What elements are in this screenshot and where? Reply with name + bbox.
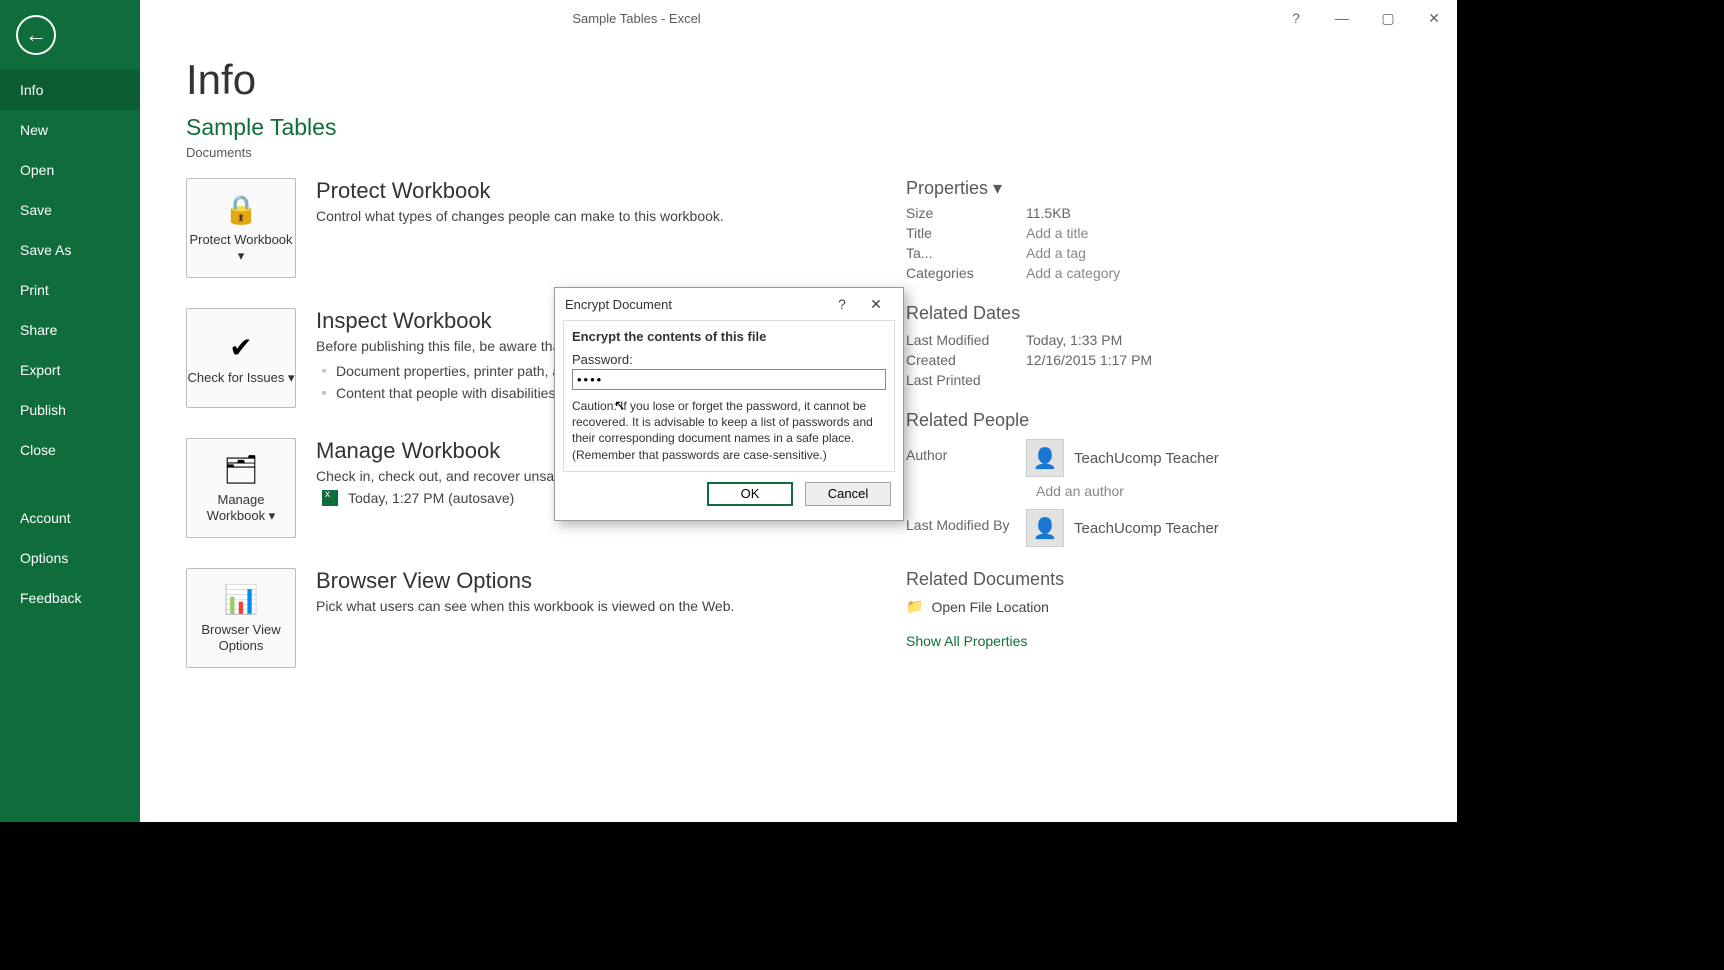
minimize-icon[interactable]: — [1319, 0, 1365, 36]
browser-view-options-button[interactable]: 📊 Browser View Options [186, 568, 296, 668]
protect-workbook-desc: Control what types of changes people can… [316, 208, 906, 224]
titlebar: Sample Tables - Excel ? — ▢ ✕ [0, 0, 1457, 36]
date-row: Last ModifiedToday, 1:33 PM [906, 332, 1219, 348]
back-arrow-icon: ← [16, 15, 56, 55]
caution-text: Caution: If you lose or forget the passw… [572, 398, 886, 463]
protect-workbook-section: 🔒 Protect Workbook ▾ Protect Workbook Co… [186, 178, 906, 278]
related-documents-heading: Related Documents [906, 569, 1219, 590]
dialog-titlebar: Encrypt Document ? ✕ [555, 288, 903, 320]
sidebar-item-options[interactable]: Options [0, 538, 140, 578]
browser-view-heading: Browser View Options [316, 568, 906, 594]
prop-row: TitleAdd a title [906, 225, 1219, 241]
sidebar-item-share[interactable]: Share [0, 310, 140, 350]
excel-backstage-window: Sample Tables - Excel ? — ▢ ✕ TeachUcomp… [0, 0, 1457, 822]
help-icon[interactable]: ? [1273, 0, 1319, 36]
check-icon: ✔︎ [229, 331, 252, 364]
check-for-issues-button[interactable]: ✔︎ Check for Issues ▾ [186, 308, 296, 408]
show-all-properties-link[interactable]: Show All Properties [906, 633, 1219, 649]
sidebar-item-close[interactable]: Close [0, 430, 140, 470]
sidebar-item-export[interactable]: Export [0, 350, 140, 390]
date-row: Created12/16/2015 1:17 PM [906, 352, 1219, 368]
ok-button[interactable]: OK [707, 482, 793, 506]
document-title: Sample Tables [186, 114, 1411, 141]
folder-icon: 📁 [906, 598, 923, 615]
dialog-close-icon[interactable]: ✕ [859, 296, 893, 313]
back-button[interactable]: ← [0, 0, 140, 70]
excel-file-icon [322, 490, 338, 506]
document-path: Documents [186, 145, 1411, 160]
manage-workbook-button[interactable]: 🗂 Manage Workbook ▾ [186, 438, 296, 538]
prop-row: CategoriesAdd a category [906, 265, 1219, 281]
add-author-link[interactable]: Add an author [1036, 483, 1219, 499]
protect-workbook-heading: Protect Workbook [316, 178, 906, 204]
dialog-title: Encrypt Document [565, 297, 672, 312]
properties-heading[interactable]: Properties ▾ [906, 178, 1219, 199]
sidebar-item-save-as[interactable]: Save As [0, 230, 140, 270]
spreadsheet-icon: 📊 [224, 583, 259, 616]
sidebar-item-publish[interactable]: Publish [0, 390, 140, 430]
prop-row: Ta...Add a tag [906, 245, 1219, 261]
avatar-icon: 👤 [1026, 509, 1064, 547]
open-file-location-link[interactable]: 📁 Open File Location [906, 598, 1219, 615]
encrypt-document-dialog: Encrypt Document ? ✕ Encrypt the content… [554, 287, 904, 521]
related-people-heading: Related People [906, 410, 1219, 431]
sidebar-item-open[interactable]: Open [0, 150, 140, 190]
cancel-button[interactable]: Cancel [805, 482, 891, 506]
sidebar-item-info[interactable]: Info [0, 70, 140, 110]
window-title: Sample Tables - Excel [0, 11, 1273, 26]
sidebar-item-save[interactable]: Save [0, 190, 140, 230]
avatar-icon: 👤 [1026, 439, 1064, 477]
lock-icon: 🔒 [224, 193, 259, 226]
password-input[interactable] [572, 369, 886, 390]
password-label: Password: [572, 352, 886, 367]
close-icon[interactable]: ✕ [1411, 0, 1457, 36]
author-row: Author 👤 TeachUcomp Teacher [906, 439, 1219, 477]
sidebar-item-feedback[interactable]: Feedback [0, 578, 140, 618]
prop-row: Size11.5KB [906, 205, 1219, 221]
dialog-help-icon[interactable]: ? [825, 296, 859, 312]
sidebar-item-print[interactable]: Print [0, 270, 140, 310]
page-title: Info [186, 56, 1411, 104]
dialog-subtitle: Encrypt the contents of this file [572, 329, 886, 344]
related-dates-heading: Related Dates [906, 303, 1219, 324]
browser-view-section: 📊 Browser View Options Browser View Opti… [186, 568, 906, 668]
protect-workbook-button[interactable]: 🔒 Protect Workbook ▾ [186, 178, 296, 278]
date-row: Last Printed [906, 372, 1219, 388]
browser-view-desc: Pick what users can see when this workbo… [316, 598, 906, 614]
maximize-icon[interactable]: ▢ [1365, 0, 1411, 36]
sidebar-item-account[interactable]: Account [0, 498, 140, 538]
backstage-sidebar: ← Info New Open Save Save As Print Share… [0, 0, 140, 822]
document-icon: 🗂 [223, 453, 259, 486]
last-modified-by-row: Last Modified By 👤 TeachUcomp Teacher [906, 509, 1219, 547]
sidebar-item-new[interactable]: New [0, 110, 140, 150]
